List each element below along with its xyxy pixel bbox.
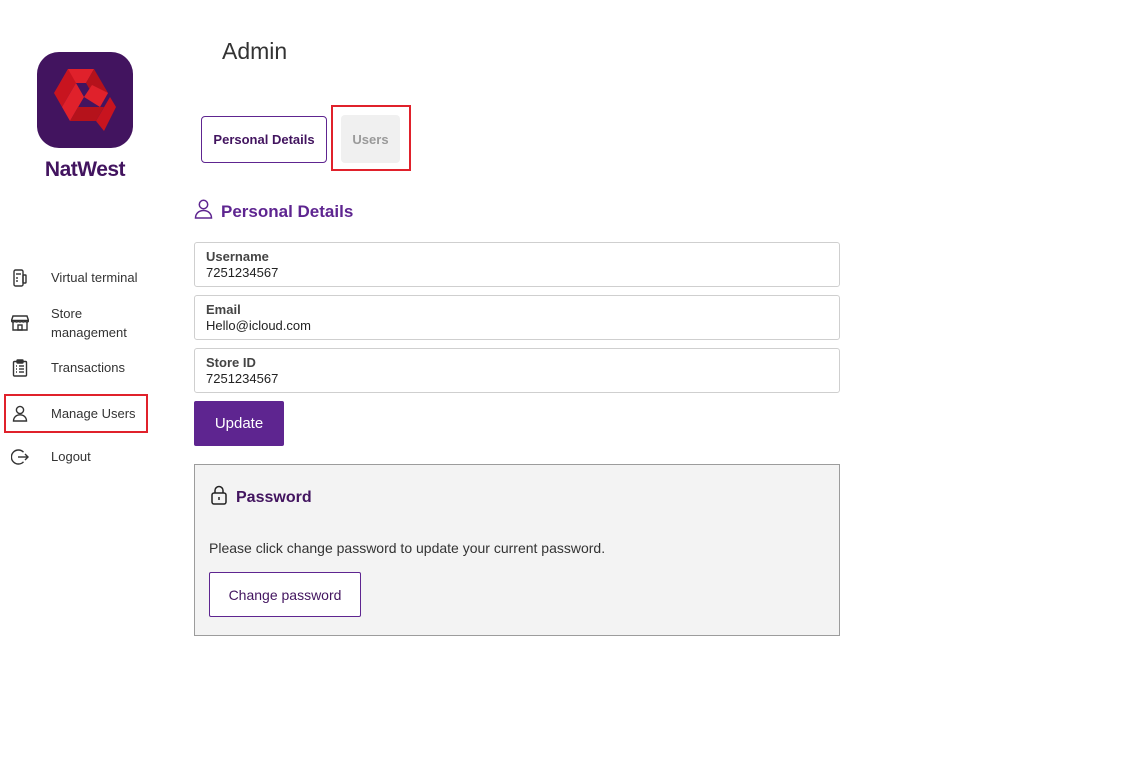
card-terminal-icon xyxy=(10,268,30,288)
sidebar-item-store-management[interactable]: Store management xyxy=(6,303,146,343)
brand-name: NatWest xyxy=(44,158,126,181)
email-input[interactable] xyxy=(206,317,828,335)
tab-users[interactable]: Users xyxy=(341,115,400,163)
user-icon xyxy=(194,199,213,224)
natwest-logo-icon xyxy=(37,52,133,148)
change-password-button[interactable]: Change password xyxy=(209,572,361,617)
sidebar-item-label: Manage Users xyxy=(51,406,136,421)
page-title: Admin xyxy=(222,38,288,64)
store-id-field[interactable]: Store ID xyxy=(194,348,840,393)
update-button[interactable]: Update xyxy=(194,401,284,446)
clipboard-list-icon xyxy=(10,358,30,378)
field-label: Email xyxy=(206,302,241,317)
sidebar-item-label: Store management xyxy=(51,306,127,340)
username-input[interactable] xyxy=(206,264,828,282)
password-panel: Password Please click change password to… xyxy=(194,464,840,636)
section-title: Personal Details xyxy=(221,201,354,221)
user-icon xyxy=(10,404,30,424)
lock-icon xyxy=(210,485,228,510)
sidebar-item-label: Virtual terminal xyxy=(51,270,138,285)
sidebar-item-transactions[interactable]: Transactions xyxy=(6,358,146,377)
storefront-icon xyxy=(10,313,30,333)
sidebar-item-logout[interactable]: Logout xyxy=(6,447,146,466)
field-label: Store ID xyxy=(206,355,256,370)
personal-details-heading: Personal Details xyxy=(194,199,353,224)
section-title: Password xyxy=(236,488,312,506)
username-field[interactable]: Username xyxy=(194,242,840,287)
tab-personal-details[interactable]: Personal Details xyxy=(201,116,327,163)
password-heading: Password xyxy=(210,485,312,510)
store-id-input[interactable] xyxy=(206,370,828,388)
field-label: Username xyxy=(206,249,269,264)
sidebar-item-label: Transactions xyxy=(51,360,125,375)
password-description: Please click change password to update y… xyxy=(209,540,606,556)
sidebar-item-virtual-terminal[interactable]: Virtual terminal xyxy=(6,268,146,287)
sidebar-item-label: Logout xyxy=(51,449,91,464)
email-field[interactable]: Email xyxy=(194,295,840,340)
logout-icon xyxy=(10,447,30,467)
sidebar-item-manage-users[interactable]: Manage Users xyxy=(4,394,148,433)
brand-logo: NatWest xyxy=(36,52,134,182)
